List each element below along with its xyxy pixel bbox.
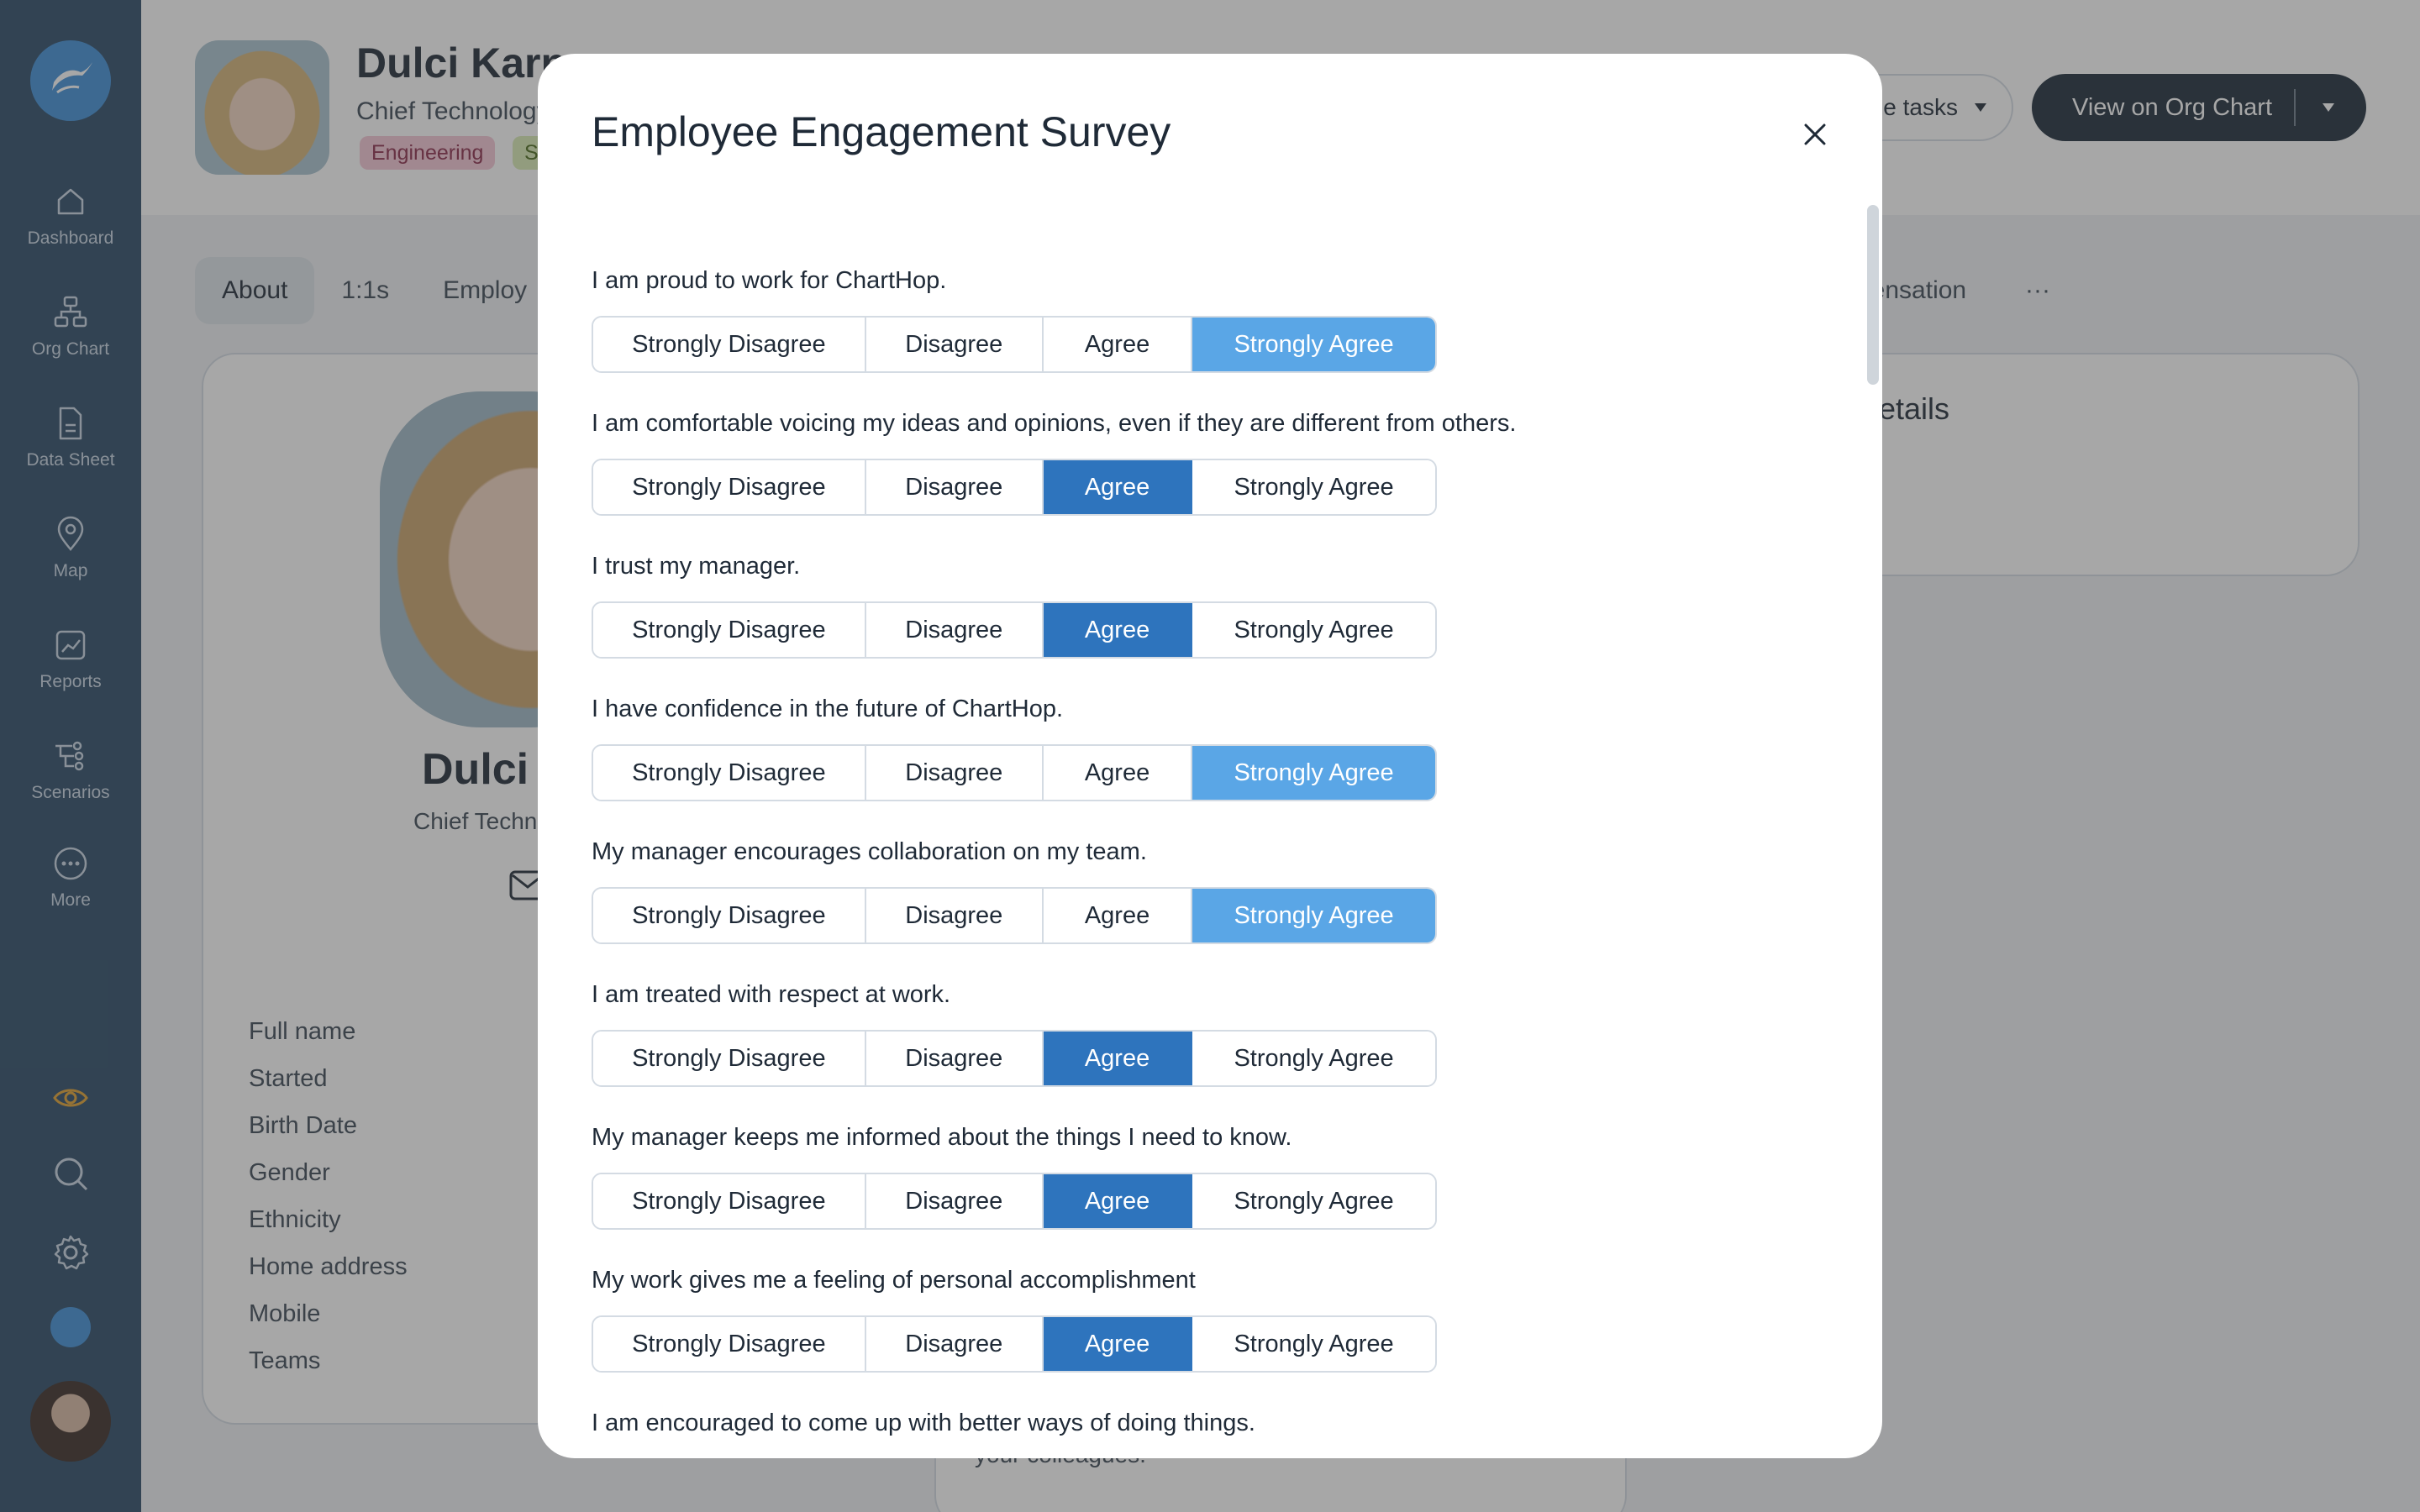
question-text: I am treated with respect at work. xyxy=(592,981,951,1008)
option-agree[interactable]: Agree xyxy=(1043,460,1193,514)
option-strongly-agree[interactable]: Strongly Agree xyxy=(1192,1174,1435,1228)
modal-title: Employee Engagement Survey xyxy=(592,108,1171,155)
option-disagree[interactable]: Disagree xyxy=(865,889,1044,942)
question-text: My work gives me a feeling of personal a… xyxy=(592,1267,1196,1294)
option-agree[interactable]: Agree xyxy=(1043,746,1193,800)
close-button[interactable] xyxy=(1788,108,1842,161)
option-strongly-agree[interactable]: Strongly Agree xyxy=(1192,603,1435,657)
option-strongly-agree[interactable]: Strongly Agree xyxy=(1192,460,1435,514)
option-disagree[interactable]: Disagree xyxy=(865,1032,1044,1085)
option-agree[interactable]: Agree xyxy=(1043,603,1193,657)
option-strongly-disagree[interactable]: Strongly Disagree xyxy=(593,746,866,800)
option-strongly-disagree[interactable]: Strongly Disagree xyxy=(593,318,866,371)
survey-question: I am treated with respect at work. Strong… xyxy=(592,976,1818,1119)
question-text: I am encouraged to come up with better w… xyxy=(592,1410,1255,1436)
survey-question: I am comfortable voicing my ideas and op… xyxy=(592,405,1818,548)
question-text: My manager keeps me informed about the t… xyxy=(592,1124,1292,1151)
option-strongly-disagree[interactable]: Strongly Disagree xyxy=(593,1317,866,1371)
option-strongly-disagree[interactable]: Strongly Disagree xyxy=(593,460,866,514)
rating-options: Strongly Disagree Disagree Agree Strongly A… xyxy=(592,1173,1437,1230)
option-strongly-disagree[interactable]: Strongly Disagree xyxy=(593,603,866,657)
option-strongly-disagree[interactable]: Strongly Disagree xyxy=(593,889,866,942)
question-text: I trust my manager. xyxy=(592,553,801,580)
option-agree[interactable]: Agree xyxy=(1043,318,1193,371)
survey-question: I have confidence in the future of Chart… xyxy=(592,690,1818,833)
option-strongly-disagree[interactable]: Strongly Disagree xyxy=(593,1032,866,1085)
rating-options: Strongly Disagree Disagree Agree Strongly A… xyxy=(592,1030,1437,1087)
option-strongly-agree[interactable]: Strongly Agree xyxy=(1192,318,1435,371)
rating-options: Strongly Disagree Disagree Agree Strongly A… xyxy=(592,459,1437,516)
option-disagree[interactable]: Disagree xyxy=(865,1317,1044,1371)
rating-options: Strongly Disagree Disagree Agree Strongly A… xyxy=(592,316,1437,373)
option-agree[interactable]: Agree xyxy=(1043,1032,1193,1085)
question-text: I am proud to work for ChartHop. xyxy=(592,267,947,294)
option-disagree[interactable]: Disagree xyxy=(865,1174,1044,1228)
modal-scrollbar[interactable] xyxy=(1867,205,1879,385)
survey-question: My work gives me a feeling of personal a… xyxy=(592,1262,1818,1404)
question-text: My manager encourages collaboration on m… xyxy=(592,838,1147,865)
survey-question: My manager encourages collaboration on m… xyxy=(592,833,1818,976)
survey-modal: Employee Engagement Survey I am proud to… xyxy=(538,54,1882,1458)
option-disagree[interactable]: Disagree xyxy=(865,746,1044,800)
survey-question: My manager keeps me informed about the t… xyxy=(592,1119,1818,1262)
option-disagree[interactable]: Disagree xyxy=(865,460,1044,514)
question-text: I have confidence in the future of Chart… xyxy=(592,696,1064,722)
option-strongly-agree[interactable]: Strongly Agree xyxy=(1192,746,1435,800)
option-strongly-agree[interactable]: Strongly Agree xyxy=(1192,889,1435,942)
option-agree[interactable]: Agree xyxy=(1043,889,1193,942)
survey-question: I am encouraged to come up with better w… xyxy=(592,1404,1818,1458)
rating-options: Strongly Disagree Disagree Agree Strongly A… xyxy=(592,601,1437,659)
option-disagree[interactable]: Disagree xyxy=(865,318,1044,371)
rating-options: Strongly Disagree Disagree Agree Strongly A… xyxy=(592,1315,1437,1373)
rating-options: Strongly Disagree Disagree Agree Strongly A… xyxy=(592,744,1437,801)
survey-questions: I am proud to work for ChartHop. Strongly… xyxy=(592,262,1818,1458)
option-agree[interactable]: Agree xyxy=(1043,1317,1193,1371)
survey-question: I trust my manager. Strongly Disagree Disa… xyxy=(592,548,1818,690)
question-text: I am comfortable voicing my ideas and op… xyxy=(592,410,1517,437)
option-strongly-disagree[interactable]: Strongly Disagree xyxy=(593,1174,866,1228)
survey-question: I am proud to work for ChartHop. Strongly… xyxy=(592,262,1818,405)
rating-options: Strongly Disagree Disagree Agree Strongly A… xyxy=(592,887,1437,944)
option-strongly-agree[interactable]: Strongly Agree xyxy=(1192,1317,1435,1371)
close-icon xyxy=(1804,123,1826,145)
option-disagree[interactable]: Disagree xyxy=(865,603,1044,657)
option-strongly-agree[interactable]: Strongly Agree xyxy=(1192,1032,1435,1085)
option-agree[interactable]: Agree xyxy=(1043,1174,1193,1228)
